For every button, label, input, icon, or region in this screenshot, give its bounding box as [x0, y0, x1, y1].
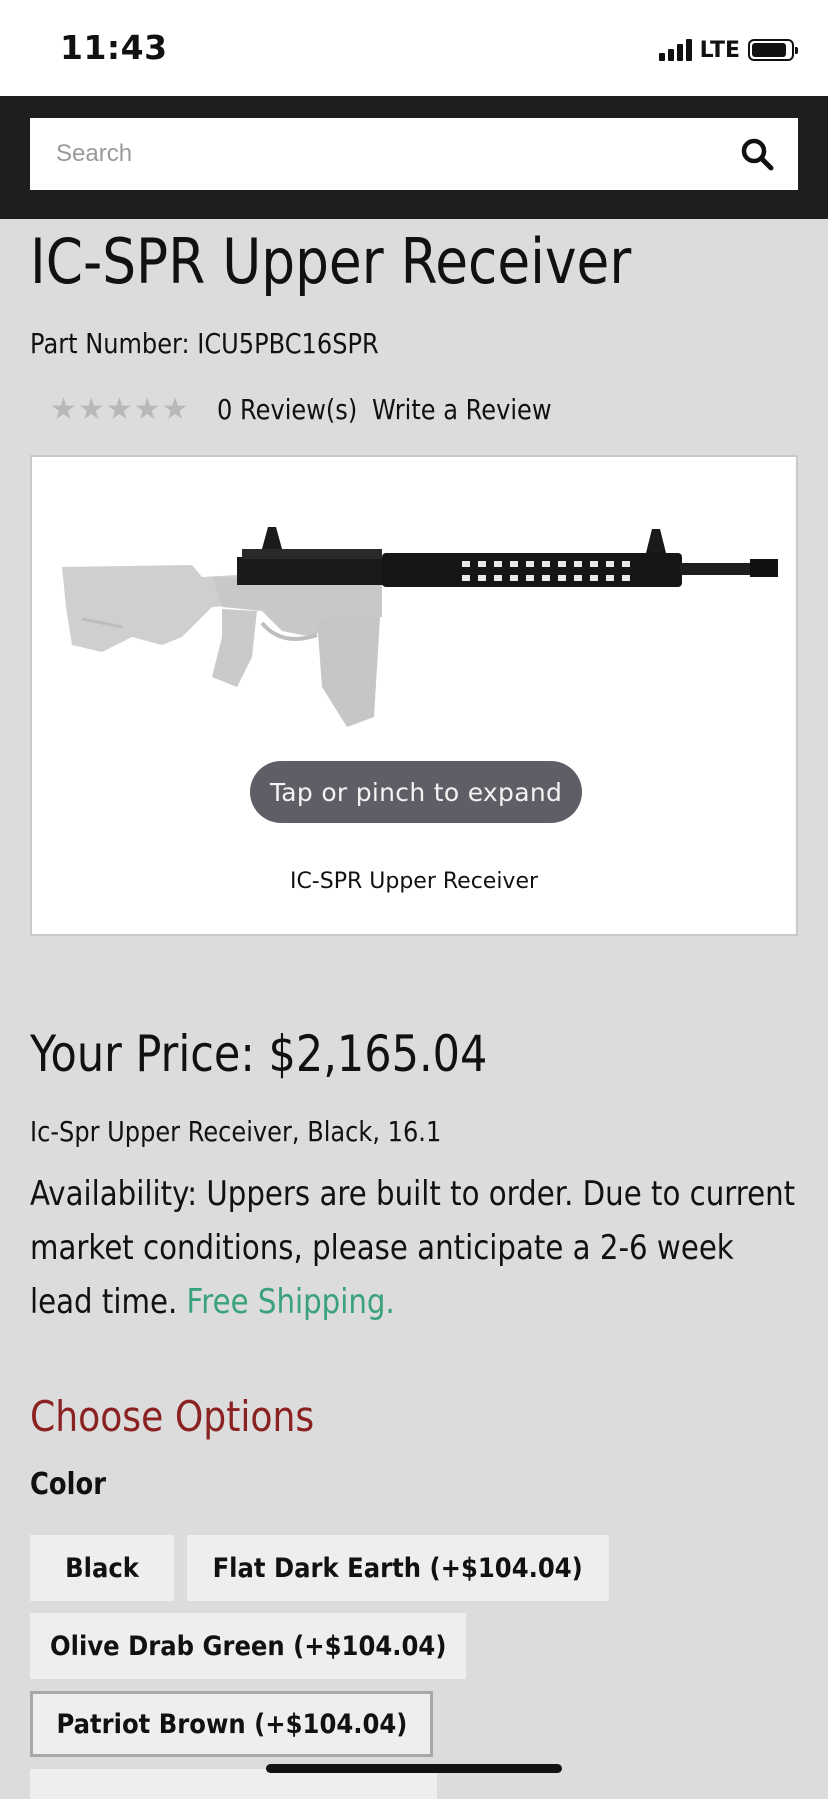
write-review-link[interactable]: Write a Review [372, 393, 552, 426]
home-indicator [266, 1764, 562, 1773]
star-icon: ★ [77, 392, 105, 426]
review-count: 0 Review(s) [216, 393, 357, 426]
color-option-label: Flat Dark Earth (+$104.04) [212, 1552, 584, 1584]
status-time: 11:43 [60, 28, 168, 67]
star-icon: ★ [105, 392, 133, 426]
price: Your Price: $2,165.04 [30, 1025, 488, 1083]
search-icon[interactable] [740, 137, 774, 171]
search-box [30, 118, 798, 190]
color-option-partial[interactable] [30, 1769, 437, 1799]
image-caption: IC-SPR Upper Receiver [289, 869, 539, 894]
star-icon: ★ [133, 392, 161, 426]
color-option-label: Black [65, 1552, 139, 1584]
rating-stars: ★ ★ ★ ★ ★ [50, 392, 189, 426]
product-title: IC-SPR Upper Receiver [30, 225, 632, 298]
status-bar: 11:43 LTE [0, 0, 828, 96]
network-type: LTE [699, 37, 740, 63]
color-label: Color [30, 1467, 106, 1502]
reviews-row: ★ ★ ★ ★ ★ 0 Review(s) Write a Review [50, 393, 580, 426]
signal-icon [658, 39, 692, 61]
color-option-label: Olive Drab Green (+$104.04) [49, 1630, 447, 1662]
expand-hint-pill: Tap or pinch to expand [250, 761, 582, 823]
star-icon: ★ [50, 392, 77, 426]
part-number: Part Number: ICU5PBC16SPR [30, 327, 379, 360]
short-description: Ic-Spr Upper Receiver, Black, 16.1 [30, 1115, 442, 1148]
status-indicators: LTE [658, 36, 798, 64]
search-header [0, 96, 828, 219]
color-option-flat-dark-earth[interactable]: Flat Dark Earth (+$104.04) [187, 1535, 609, 1601]
color-option-olive-drab-green[interactable]: Olive Drab Green (+$104.04) [30, 1613, 466, 1679]
choose-options-heading: Choose Options [30, 1392, 315, 1441]
free-shipping-link[interactable]: Free Shipping. [187, 1282, 395, 1322]
product-image-panel[interactable]: Tap or pinch to expand IC-SPR Upper Rece… [30, 455, 798, 936]
color-option-label: Patriot Brown (+$104.04) [56, 1708, 407, 1740]
color-option-patriot-brown[interactable]: Patriot Brown (+$104.04) [30, 1691, 433, 1757]
search-input[interactable] [54, 139, 740, 169]
color-option-black[interactable]: Black [30, 1535, 174, 1601]
battery-icon [748, 39, 798, 61]
availability-message: Availability: Uppers are built to order.… [30, 1174, 796, 1322]
availability-text: Availability: Uppers are built to order.… [30, 1167, 795, 1329]
product-image [62, 527, 778, 727]
star-icon: ★ [161, 392, 189, 426]
